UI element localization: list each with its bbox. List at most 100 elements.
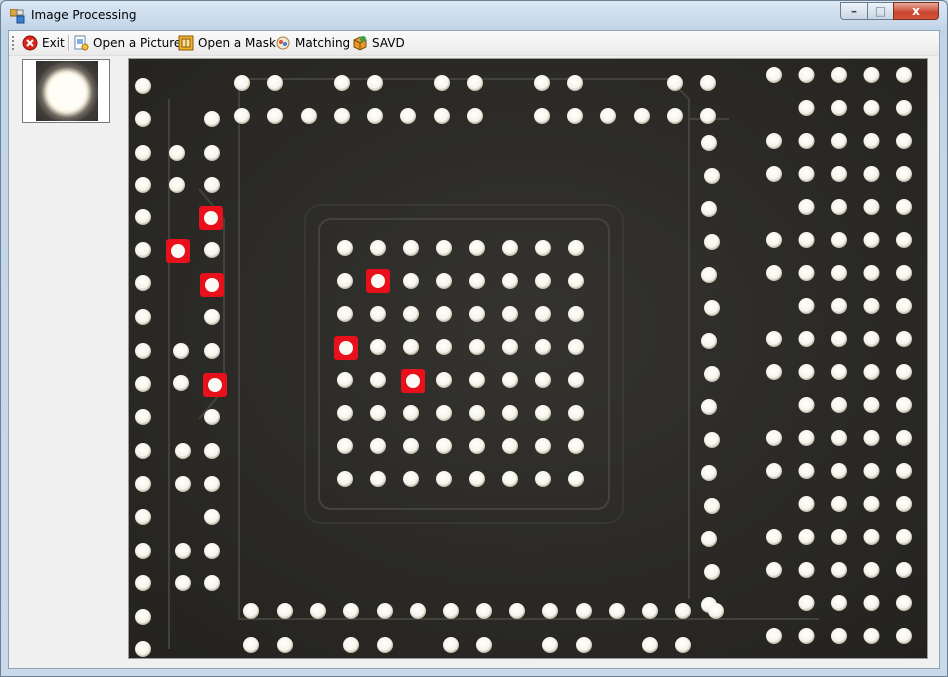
title-bar[interactable]: Image Processing – □ x [1,1,947,31]
solder-pad [700,75,716,91]
picture-viewer[interactable] [128,58,928,659]
solder-pad [367,108,383,124]
exit-button[interactable]: Exit [22,33,65,53]
solder-pad [535,405,551,421]
solder-pad [403,273,419,289]
matched-pad [339,341,353,355]
solder-pad [896,397,912,413]
solder-pad [469,471,485,487]
solder-pad [701,267,717,283]
solder-pad [896,67,912,83]
solder-pad [135,309,151,325]
solder-pad [831,496,847,512]
solder-pad [337,405,353,421]
solder-pad [896,133,912,149]
solder-pad [370,405,386,421]
solder-pad [863,496,880,512]
solder-pad [896,265,912,281]
solder-pad [135,209,151,225]
mask-thumbnail[interactable] [22,59,110,123]
solder-pad [831,166,847,182]
solder-pad [798,331,815,347]
solder-pad [535,438,551,454]
solder-pad [642,637,658,653]
solder-pad [701,201,717,217]
solder-pad [436,240,452,256]
solder-pad [370,471,386,487]
solder-pad [576,637,592,653]
solder-pad [173,375,189,391]
application-window: Image Processing – □ x Exit Open a Pictu… [0,0,948,677]
solder-pad [343,603,359,619]
solder-pad [863,430,880,446]
solder-pad [535,306,551,322]
solder-pad [535,372,551,388]
toolbar-grip[interactable] [12,36,14,50]
solder-pad [863,166,880,182]
solder-pad [343,637,359,653]
solder-pad [675,637,691,653]
solder-pad [337,240,353,256]
solder-pad [798,595,815,611]
solder-pad [436,306,452,322]
minimize-icon: – [851,4,857,18]
solder-pad [700,108,716,124]
solder-pad [436,438,452,454]
solder-pad [476,603,492,619]
solder-pad [576,603,592,619]
matching-label: Matching [295,36,351,50]
solder-pad [436,405,452,421]
maximize-button[interactable]: □ [867,2,894,20]
solder-pad [502,240,518,256]
solder-pad [863,529,880,545]
solder-pad [766,562,782,578]
close-button[interactable]: x [893,2,939,20]
matched-pad [204,211,218,225]
solder-pad [831,133,847,149]
solder-pad [798,265,815,281]
solder-pad [502,438,518,454]
solder-pad [634,108,650,124]
solder-pad [337,471,353,487]
solder-pad [863,199,880,215]
solder-pad [410,603,426,619]
solder-pad [267,75,283,91]
solder-pad [766,67,782,83]
solder-pad [798,529,815,545]
solder-pad [509,603,525,619]
solder-pad [701,399,717,415]
solder-pad [704,300,720,316]
solder-pad [675,603,691,619]
solder-pad [896,166,912,182]
solder-pad [403,306,419,322]
save-button[interactable]: SAVD [352,33,405,53]
mask-thumbnail-image [36,61,98,121]
exit-label: Exit [42,36,65,50]
solder-pad [831,265,847,281]
open-picture-button[interactable]: Open a Picture [73,33,181,53]
solder-pad [301,108,317,124]
solder-pad [567,75,583,91]
open-mask-icon [178,35,194,51]
solder-pad [798,397,815,413]
minimize-button[interactable]: – [840,2,868,20]
solder-pad [135,641,151,657]
solder-pad [798,430,815,446]
solder-pad [135,242,151,258]
solder-pad [831,430,847,446]
solder-pad [436,339,452,355]
solder-pad [175,443,191,459]
open-mask-button[interactable]: Open a Mask [178,33,276,53]
solder-pad [467,108,483,124]
solder-pad [370,438,386,454]
solder-pad [370,372,386,388]
solder-pad [609,603,625,619]
matching-button[interactable]: Matching [275,33,350,53]
solder-pad [243,637,259,653]
solder-pad [169,177,185,193]
maximize-icon: □ [874,4,887,18]
solder-pad [502,306,518,322]
solder-pad [135,376,151,392]
solder-pad [204,111,220,127]
solder-pad [534,75,550,91]
